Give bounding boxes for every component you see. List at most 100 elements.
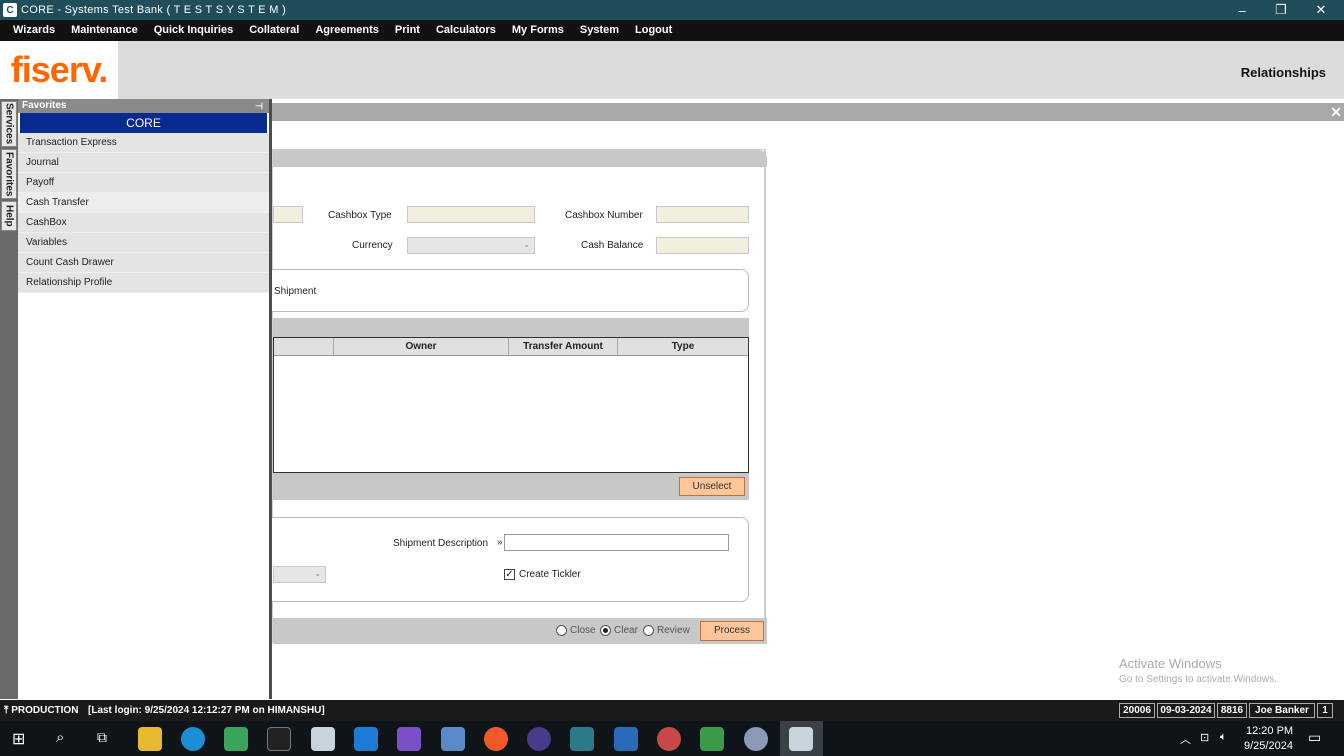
- window-title: CORE - Systems Test Bank ( T E S T S Y S…: [21, 4, 287, 16]
- database-tool-icon[interactable]: [441, 727, 465, 751]
- pin-icon[interactable]: ⊣: [255, 99, 263, 113]
- volume-icon[interactable]: 🔈︎: [1220, 731, 1227, 744]
- tab-services-label: Services: [3, 103, 15, 145]
- menu-quick-inquiries[interactable]: Quick Inquiries: [146, 20, 241, 41]
- required-marker: »: [497, 537, 503, 548]
- partial-field[interactable]: [273, 206, 303, 223]
- menu-system[interactable]: System: [572, 20, 627, 41]
- search-icon[interactable]: ⌕: [56, 729, 64, 746]
- cashbox-type-label: Cashbox Type: [328, 210, 392, 221]
- shipment-details-group: [263, 517, 749, 602]
- cash-transfer-form: Cashbox Type Cashbox Number Currency ⌄ C…: [263, 149, 767, 644]
- posting-date: 09-03-2024: [1157, 703, 1215, 718]
- unselect-button[interactable]: Unselect: [679, 477, 745, 496]
- windows-start-icon[interactable]: ⊞: [12, 729, 25, 749]
- favorite-relationship-profile[interactable]: Relationship Profile: [18, 273, 269, 293]
- grid-header-type[interactable]: Type: [618, 338, 748, 356]
- menu-maintenance[interactable]: Maintenance: [63, 20, 146, 41]
- report-tool-icon[interactable]: [570, 727, 594, 751]
- maximize-button[interactable]: ❐: [1261, 0, 1301, 20]
- favorite-variables[interactable]: Variables: [18, 233, 269, 253]
- shipment-description-input[interactable]: [504, 534, 729, 551]
- upload-icon: ⤒: [4, 705, 9, 716]
- menu-print[interactable]: Print: [387, 20, 428, 41]
- chevron-down-icon: ⌄: [523, 240, 530, 249]
- menu-collateral[interactable]: Collateral: [241, 20, 307, 41]
- tab-favorites[interactable]: Favorites: [1, 149, 17, 199]
- git-tool-icon[interactable]: [484, 727, 508, 751]
- close-radio[interactable]: [556, 625, 567, 636]
- currency-select[interactable]: ⌄: [407, 237, 535, 254]
- side-tab-bar: Services Favorites Help: [0, 99, 18, 699]
- tab-services[interactable]: Services: [1, 101, 17, 147]
- task-view-icon[interactable]: ⧉: [97, 729, 107, 746]
- tab-help[interactable]: Help: [1, 201, 17, 231]
- taskbar-time[interactable]: 12:20 PM: [1246, 725, 1293, 737]
- close-button[interactable]: ✕: [1301, 0, 1341, 20]
- network-icon[interactable]: ⊡: [1200, 731, 1209, 744]
- logo-text: fiserv.: [10, 49, 108, 90]
- menu-agreements[interactable]: Agreements: [307, 20, 387, 41]
- favorite-count-cash-drawer[interactable]: Count Cash Drawer: [18, 253, 269, 273]
- visual-studio-icon[interactable]: [397, 727, 421, 751]
- cashbox-number-field[interactable]: [656, 206, 749, 223]
- notification-icon[interactable]: ▭: [1308, 729, 1321, 746]
- menu-calculators[interactable]: Calculators: [428, 20, 504, 41]
- branch-number: 20006: [1119, 703, 1155, 718]
- taskbar-date[interactable]: 9/25/2024: [1244, 740, 1293, 752]
- clear-radio[interactable]: [600, 625, 611, 636]
- close-document-icon[interactable]: ✕: [1330, 103, 1342, 121]
- cashbox-type-field[interactable]: [407, 206, 535, 223]
- menu-my-forms[interactable]: My Forms: [504, 20, 572, 41]
- shipment-label: Shipment: [274, 286, 317, 297]
- file-explorer-icon[interactable]: [138, 727, 162, 751]
- chevron-up-icon[interactable]: ︿: [1180, 731, 1191, 747]
- eclipse-icon[interactable]: [527, 727, 551, 751]
- favorite-transaction-express[interactable]: Transaction Express: [18, 133, 269, 153]
- favorite-payoff[interactable]: Payoff: [18, 173, 269, 193]
- clear-radio-label: Clear: [614, 625, 638, 636]
- favorite-journal[interactable]: Journal: [18, 153, 269, 173]
- environment-label: PRODUCTION: [11, 705, 79, 716]
- favorites-header: Favorites ⊣: [18, 99, 269, 113]
- favorites-group-core[interactable]: CORE: [20, 113, 267, 133]
- tab-help-label: Help: [3, 205, 15, 227]
- paint-tool-icon[interactable]: [744, 727, 768, 751]
- session-number: 1: [1317, 703, 1333, 718]
- minimize-button[interactable]: –: [1222, 0, 1262, 20]
- menu-wizards[interactable]: Wizards: [5, 20, 63, 41]
- menu-logout[interactable]: Logout: [627, 20, 680, 41]
- shipment-group: Shipment: [263, 269, 749, 312]
- terminal-icon[interactable]: [267, 727, 291, 751]
- status-bar: ⤒ PRODUCTION [Last login: 9/25/2024 12:1…: [0, 700, 1344, 721]
- core-app-icon[interactable]: [311, 727, 335, 751]
- cash-balance-field[interactable]: [656, 237, 749, 254]
- review-radio[interactable]: [643, 625, 654, 636]
- create-tickler-checkbox[interactable]: ✓: [504, 569, 515, 580]
- grid-header-transfer-amount[interactable]: Transfer Amount: [509, 338, 618, 356]
- currency-label: Currency: [352, 240, 393, 251]
- taskbar: ⊞ ⌕ ⧉ ︿ ⊡ 🔈︎ 12:20 PM 9/25/2024 ▭: [0, 721, 1344, 756]
- transfer-grid: Owner Transfer Amount Type: [273, 337, 749, 473]
- process-button[interactable]: Process: [700, 621, 764, 641]
- tab-favorites-label: Favorites: [3, 151, 15, 197]
- spreadsheet-icon[interactable]: [700, 727, 724, 751]
- close-radio-label: Close: [570, 625, 596, 636]
- favorite-cashbox[interactable]: CashBox: [18, 213, 269, 233]
- edge-browser-icon[interactable]: [181, 727, 205, 751]
- shipment-select[interactable]: ⌄: [273, 566, 326, 583]
- store-icon[interactable]: [224, 727, 248, 751]
- review-radio-label: Review: [657, 625, 690, 636]
- favorite-cash-transfer[interactable]: Cash Transfer: [18, 193, 269, 213]
- shipment-description-label: Shipment Description: [393, 538, 489, 549]
- app-icon: C: [3, 3, 17, 17]
- create-tickler-label: Create Tickler: [519, 569, 581, 580]
- activation-watermark-subtitle: Go to Settings to activate Windows.: [1119, 674, 1277, 685]
- action-bar: [273, 618, 767, 644]
- grid-header-owner[interactable]: Owner: [334, 338, 509, 356]
- core-app-active-icon[interactable]: [789, 727, 813, 751]
- cashbox-number-label: Cashbox Number: [565, 210, 643, 221]
- network-tool-icon[interactable]: [657, 727, 681, 751]
- vscode-icon[interactable]: [354, 727, 378, 751]
- remote-desktop-icon[interactable]: [614, 727, 638, 751]
